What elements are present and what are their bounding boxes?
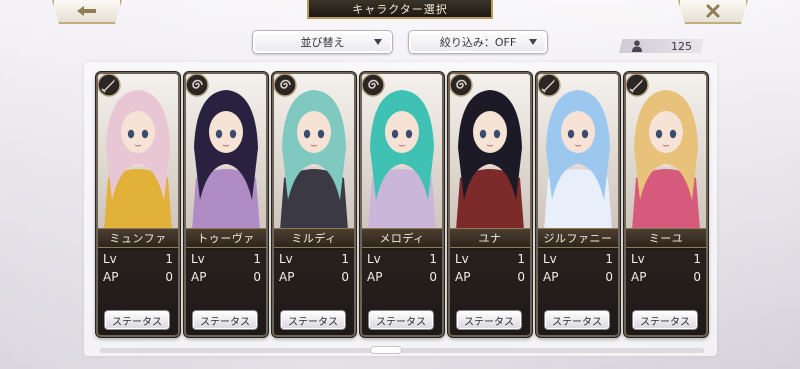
ap-row: AP 0 [631, 270, 701, 286]
level-label: Lv [367, 252, 381, 266]
level-label: Lv [279, 252, 293, 266]
ap-value: 0 [517, 270, 525, 284]
ap-row: AP 0 [455, 270, 525, 286]
character-count: 125 [619, 39, 704, 53]
character-card[interactable]: メロディ Lv 1 AP 0 ステータス [360, 72, 444, 337]
sort-dropdown[interactable]: 並び替え [252, 30, 393, 54]
level-row: Lv 1 [103, 252, 173, 268]
chevron-down-icon [529, 39, 537, 45]
character-portrait [538, 74, 618, 230]
level-value: 1 [165, 252, 173, 266]
ap-label: AP [455, 270, 471, 284]
character-portrait [274, 74, 354, 230]
ap-row: AP 0 [367, 270, 437, 286]
spiral-icon [186, 74, 209, 97]
level-label: Lv [103, 252, 117, 266]
character-card[interactable]: ユナ Lv 1 AP 0 ステータス [448, 72, 532, 337]
level-label: Lv [191, 252, 205, 266]
level-value: 1 [605, 252, 613, 266]
level-row: Lv 1 [279, 252, 349, 268]
scroll-thumb[interactable] [370, 346, 402, 354]
person-icon [632, 40, 642, 52]
character-name: ミュンファ [98, 228, 178, 248]
filter-dropdown[interactable]: 絞り込み：OFF [408, 30, 548, 54]
ap-label: AP [279, 270, 295, 284]
character-portrait [450, 74, 530, 230]
character-portrait [626, 74, 706, 230]
character-card[interactable]: トゥーヴァ Lv 1 AP 0 ステータス [184, 72, 268, 337]
back-arrow-icon [77, 6, 96, 16]
character-portrait [98, 74, 178, 230]
close-x-icon [706, 4, 720, 18]
ap-value: 0 [605, 270, 613, 284]
sword-icon [538, 74, 561, 97]
character-portrait [362, 74, 442, 230]
sort-label: 並び替え [300, 36, 345, 49]
scroll-track[interactable] [100, 348, 704, 353]
ap-row: AP 0 [279, 270, 349, 286]
character-card[interactable]: ジルファニー Lv 1 AP 0 ステータス [536, 72, 620, 337]
close-button[interactable] [678, 0, 748, 24]
level-value: 1 [693, 252, 701, 266]
level-row: Lv 1 [631, 252, 701, 268]
character-card[interactable]: ミルディ Lv 1 AP 0 ステータス [272, 72, 356, 337]
level-label: Lv [543, 252, 557, 266]
level-value: 1 [341, 252, 349, 266]
ap-label: AP [631, 270, 647, 284]
chevron-down-icon [374, 39, 382, 45]
ap-row: AP 0 [103, 270, 173, 286]
ap-label: AP [367, 270, 383, 284]
level-label: Lv [455, 252, 469, 266]
character-name: ユナ [450, 228, 530, 248]
character-name: メロディ [362, 228, 442, 248]
character-name: トゥーヴァ [186, 228, 266, 248]
level-row: Lv 1 [191, 252, 261, 268]
ap-value: 0 [253, 270, 261, 284]
character-portrait [186, 74, 266, 230]
ap-value: 0 [165, 270, 173, 284]
ap-value: 0 [693, 270, 701, 284]
spiral-icon [450, 74, 473, 97]
character-card[interactable]: ミュンファ Lv 1 AP 0 ステータス [96, 72, 180, 337]
character-name: ミルディ [274, 228, 354, 248]
ap-label: AP [543, 270, 559, 284]
level-row: Lv 1 [455, 252, 525, 268]
status-button[interactable]: ステータス [632, 310, 698, 330]
ap-value: 0 [429, 270, 437, 284]
ap-row: AP 0 [543, 270, 613, 286]
status-button[interactable]: ステータス [104, 310, 170, 330]
level-row: Lv 1 [543, 252, 613, 268]
status-button[interactable]: ステータス [368, 310, 434, 330]
ap-value: 0 [341, 270, 349, 284]
level-row: Lv 1 [367, 252, 437, 268]
status-button[interactable]: ステータス [280, 310, 346, 330]
level-value: 1 [253, 252, 261, 266]
level-value: 1 [429, 252, 437, 266]
count-value: 125 [671, 39, 692, 53]
filter-label: 絞り込み：OFF [439, 36, 517, 49]
level-label: Lv [631, 252, 645, 266]
ap-label: AP [103, 270, 119, 284]
status-button[interactable]: ステータス [192, 310, 258, 330]
ap-row: AP 0 [191, 270, 261, 286]
page-title: キャラクター選択 [307, 0, 493, 19]
character-name: ミーユ [626, 228, 706, 248]
spiral-icon [274, 74, 297, 97]
level-value: 1 [517, 252, 525, 266]
ap-label: AP [191, 270, 207, 284]
sword-icon [98, 74, 121, 97]
sword-icon [626, 74, 649, 97]
back-button[interactable] [52, 0, 122, 24]
character-name: ジルファニー [538, 228, 618, 248]
status-button[interactable]: ステータス [544, 310, 610, 330]
character-card[interactable]: ミーユ Lv 1 AP 0 ステータス [624, 72, 708, 337]
spiral-icon [362, 74, 385, 97]
status-button[interactable]: ステータス [456, 310, 522, 330]
